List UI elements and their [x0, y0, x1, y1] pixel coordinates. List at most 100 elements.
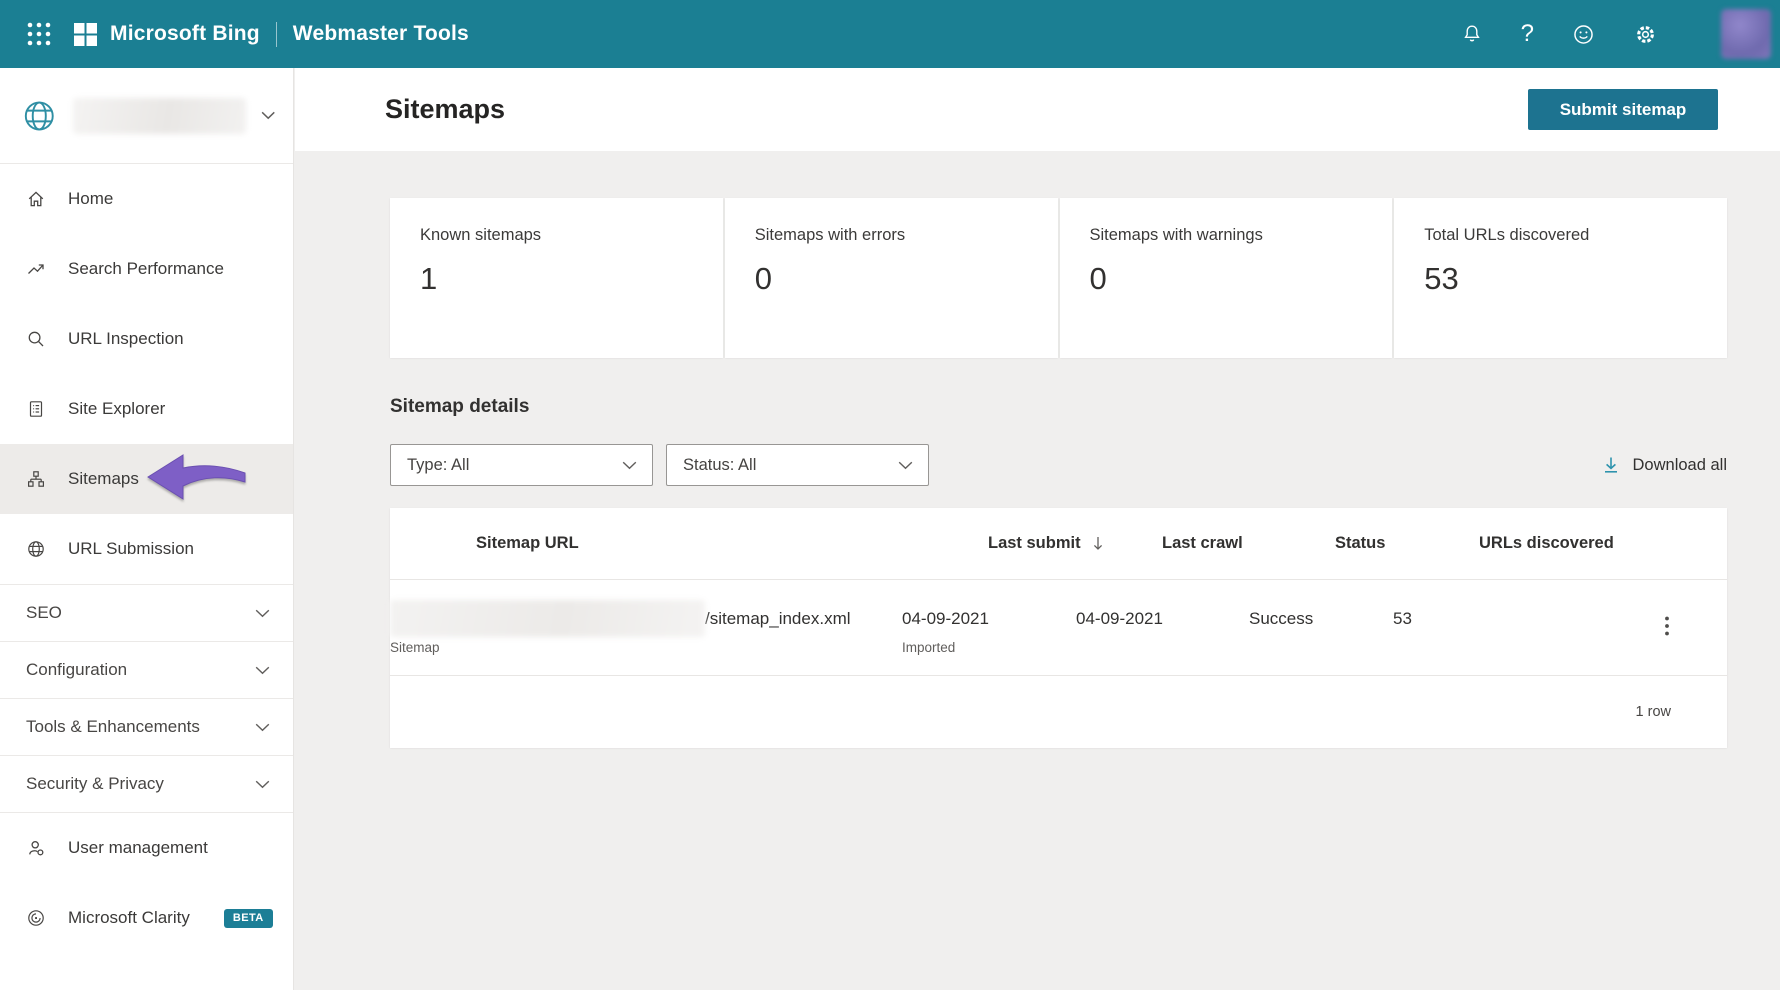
clarity-icon: [28, 910, 44, 926]
sidebar-item-label: Home: [68, 189, 114, 208]
chevron-down-icon: [255, 723, 270, 731]
column-header-label: Last submit: [988, 534, 1081, 552]
stat-value: 0: [1089, 261, 1107, 296]
column-header-label: Last crawl: [1162, 534, 1243, 552]
sidebar-item-url-submission[interactable]: URL Submission: [0, 514, 293, 584]
product-name: Webmaster Tools: [292, 22, 469, 45]
main-content: Known sitemaps 1 Sitemaps with errors 0 …: [295, 151, 1780, 990]
question-mark-icon: ?: [1520, 20, 1534, 47]
chevron-down-icon: [255, 666, 270, 674]
cell-status: Success: [1249, 600, 1393, 655]
sitemaps-table: Sitemap URL Last submit Last crawl Statu…: [390, 508, 1727, 748]
brand-name: Microsoft Bing: [110, 22, 260, 45]
sitemap-type-label: Sitemap: [390, 640, 440, 655]
submit-sitemap-button[interactable]: Submit sitemap: [1528, 89, 1718, 130]
sidebar-item-label: Site Explorer: [68, 399, 166, 418]
url-visible-part: /sitemap_index.xml: [705, 609, 851, 628]
stat-value: 53: [1424, 261, 1459, 296]
url-redacted: [390, 600, 705, 637]
row-count: 1 row: [1635, 704, 1671, 720]
column-header-label: Status: [1335, 534, 1386, 552]
feedback-button[interactable]: [1571, 22, 1596, 47]
stat-card-known-sitemaps: Known sitemaps 1: [390, 198, 723, 358]
sitemap-details-heading: Sitemap details: [390, 396, 530, 417]
sidebar-section-label: SEO: [26, 603, 62, 622]
column-header-last-submit[interactable]: Last submit: [988, 534, 1162, 553]
table-row: /sitemap_index.xml Sitemap 04-09-2021 Im…: [390, 580, 1727, 676]
brand-divider: [275, 21, 277, 47]
sidebar-section-security-privacy[interactable]: Security & Privacy: [0, 755, 293, 812]
sort-descending-icon: [1093, 537, 1102, 550]
sidebar-item-search-performance[interactable]: Search Performance: [0, 234, 293, 304]
globe-icon: [28, 541, 44, 557]
smiley-icon: [1574, 24, 1593, 44]
report-document-icon: [29, 401, 43, 417]
column-header-status[interactable]: Status: [1335, 534, 1479, 553]
cell-sitemap-url[interactable]: /sitemap_index.xml Sitemap: [390, 600, 902, 655]
topbar: Microsoft Bing Webmaster Tools ?: [0, 0, 1780, 68]
status-filter-dropdown[interactable]: Status: All: [666, 444, 929, 486]
sidebar-item-label: Search Performance: [68, 259, 224, 278]
search-icon: [28, 331, 44, 347]
site-selector[interactable]: [0, 68, 293, 164]
kebab-menu-icon: [1664, 616, 1669, 636]
column-header-last-crawl[interactable]: Last crawl: [1162, 534, 1335, 553]
sidebar-item-url-inspection[interactable]: URL Inspection: [0, 304, 293, 374]
cell-last-submit: 04-09-2021 Imported: [902, 600, 1076, 655]
download-icon: [1604, 457, 1617, 473]
table-header-row: Sitemap URL Last submit Last crawl Statu…: [390, 508, 1727, 580]
account-avatar[interactable]: [1721, 9, 1771, 59]
sidebar-item-microsoft-clarity[interactable]: Microsoft Clarity BETA: [0, 883, 293, 953]
topbar-actions: ?: [1460, 9, 1780, 59]
sitemap-icon: [27, 471, 45, 487]
download-all-label: Download all: [1632, 455, 1727, 474]
sidebar-section-configuration[interactable]: Configuration: [0, 641, 293, 698]
chevron-down-icon: [898, 461, 913, 469]
settings-button[interactable]: [1633, 22, 1658, 47]
sidebar-item-user-management[interactable]: User management: [0, 813, 293, 883]
help-button[interactable]: ?: [1521, 22, 1534, 46]
sidebar-item-label: URL Inspection: [68, 329, 184, 348]
sidebar-section-label: Configuration: [26, 660, 128, 679]
waffle-icon: [27, 22, 51, 46]
page-title: Sitemaps: [385, 94, 506, 124]
cell-urls-discovered: 53: [1393, 600, 1606, 655]
sidebar-item-label: User management: [68, 838, 208, 857]
app-launcher-waffle-icon[interactable]: [16, 11, 62, 57]
column-header-sitemap-url[interactable]: Sitemap URL: [476, 534, 988, 553]
filter-row: Type: All Status: All Download all: [390, 444, 1727, 486]
type-filter-dropdown[interactable]: Type: All: [390, 444, 653, 486]
row-menu-button[interactable]: [1658, 609, 1676, 643]
sidebar-sections: SEO Configuration Tools & Enhancements S…: [0, 584, 293, 813]
sidebar-item-sitemaps[interactable]: Sitemaps: [0, 444, 293, 514]
sidebar-section-label: Security & Privacy: [26, 774, 164, 793]
sidebar-section-seo[interactable]: SEO: [0, 584, 293, 641]
last-submit-date: 04-09-2021: [902, 609, 989, 628]
stat-label: Sitemaps with errors: [754, 226, 906, 244]
last-crawl-date: 04-09-2021: [1076, 609, 1163, 628]
beta-badge: BETA: [223, 908, 273, 928]
stat-value: 0: [754, 261, 772, 296]
microsoft-logo-icon: [74, 22, 97, 46]
stat-label: Known sitemaps: [420, 226, 542, 244]
stats-row: Known sitemaps 1 Sitemaps with errors 0 …: [390, 198, 1727, 358]
site-globe-icon: [24, 101, 54, 130]
type-filter-value: Type: All: [407, 455, 470, 474]
sidebar-section-tools-enhancements[interactable]: Tools & Enhancements: [0, 698, 293, 755]
urls-discovered-value: 53: [1393, 609, 1412, 628]
column-header-label: Sitemap URL: [476, 534, 579, 552]
sidebar-item-home[interactable]: Home: [0, 164, 293, 234]
stat-label: Sitemaps with warnings: [1089, 226, 1263, 244]
user-icon: [29, 841, 44, 856]
sidebar-item-label: Microsoft Clarity: [68, 908, 190, 927]
sidebar-item-site-explorer[interactable]: Site Explorer: [0, 374, 293, 444]
chevron-down-icon: [255, 609, 270, 617]
chevron-down-icon: [255, 780, 270, 788]
status-value: Success: [1249, 609, 1314, 628]
column-header-label: URLs discovered: [1479, 534, 1614, 552]
site-name-redacted: [72, 97, 246, 134]
column-header-urls-discovered[interactable]: URLs discovered: [1479, 534, 1692, 553]
download-all-button[interactable]: Download all: [1601, 455, 1727, 475]
trending-up-icon: [28, 264, 44, 274]
notifications-button[interactable]: [1460, 22, 1484, 46]
